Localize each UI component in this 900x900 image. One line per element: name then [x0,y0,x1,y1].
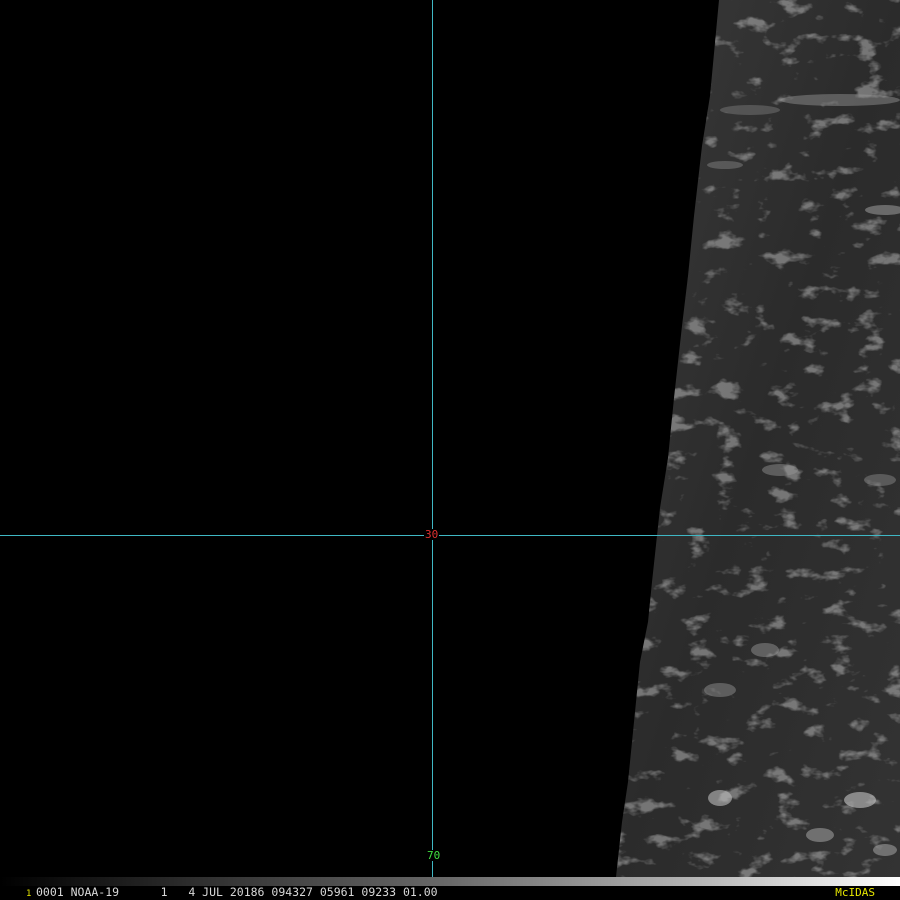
software-label: McIDAS [835,886,875,899]
satellite-imagery [616,0,900,877]
latitude-gridline [0,535,900,536]
cloud-texture [616,0,900,877]
longitude-label: 70 [426,849,442,862]
longitude-gridline [432,0,433,884]
image-status-line: 0001 NOAA-19 1 4 JUL 20186 094327 05961 … [36,885,438,899]
satellite-image-viewport: 30 70 1 0001 NOAA-19 1 4 JUL 20186 09432… [0,0,900,900]
frame-number: 1 [26,889,32,899]
status-text-row: 1 0001 NOAA-19 1 4 JUL 20186 094327 0596… [0,886,900,900]
latitude-label: 30 [424,528,440,541]
